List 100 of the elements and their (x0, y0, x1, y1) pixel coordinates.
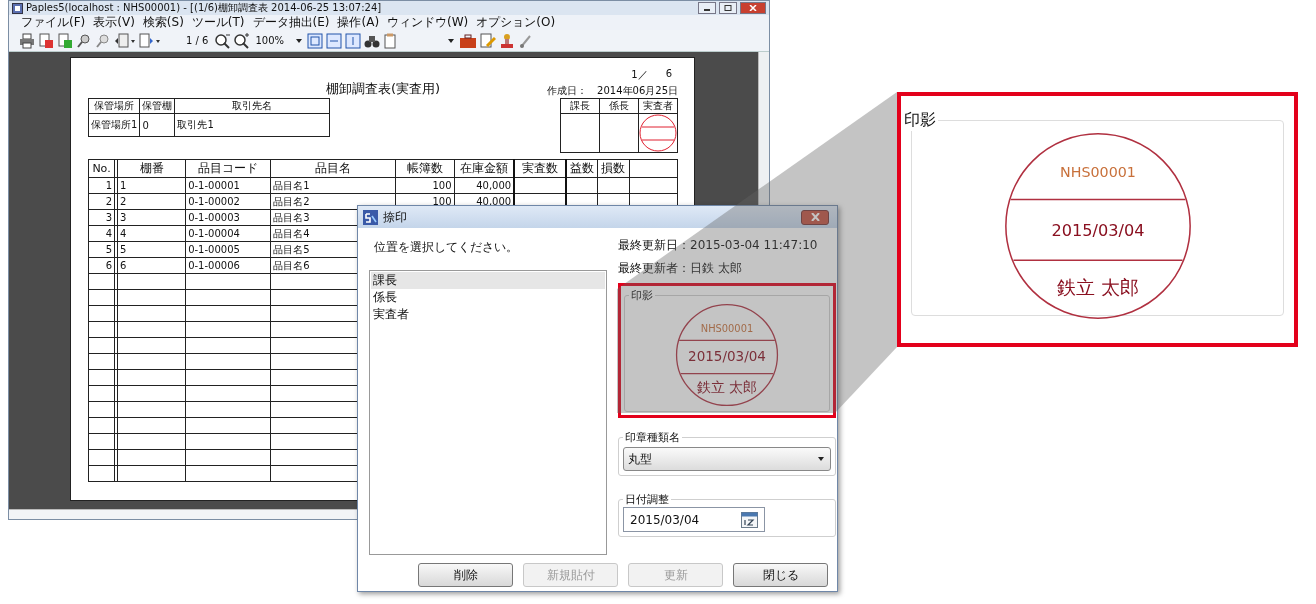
table-cell: 100 (432, 196, 452, 207)
table-cell: 1 (88, 177, 115, 194)
date-field[interactable]: 2015/03/04 (623, 507, 765, 532)
dialog-button[interactable]: 閉じる (733, 563, 828, 587)
table-cell: 品目名6 (273, 259, 310, 271)
table-cell: 品目名2 (273, 195, 310, 207)
list-item[interactable]: 課長 (371, 272, 605, 289)
maximize-button[interactable] (719, 2, 737, 14)
stamp-name-text: 鉄立 太郎 (696, 379, 758, 396)
table-cell: 6 (88, 257, 115, 274)
stamp-icon[interactable] (499, 32, 516, 49)
table-cell: 5 (120, 244, 127, 255)
table-header: 保管棚 (139, 98, 175, 114)
instruction-text: 位置を選択してください。 (374, 239, 519, 255)
page-indicator: 1 / 6 (186, 35, 209, 46)
dialog-title: 捺印 (383, 208, 407, 226)
table-cell: 0-1-00004 (188, 228, 240, 239)
table-cell: 品目名5 (273, 243, 310, 255)
table-cell: 4 (120, 228, 127, 239)
export-icon[interactable] (57, 32, 73, 49)
table-header: 係長 (599, 98, 639, 114)
printer-icon[interactable] (19, 32, 35, 49)
close-button[interactable] (740, 2, 766, 14)
table-cell: 6 (120, 260, 127, 271)
table-cell: 取引先1 (174, 113, 330, 137)
caret-icon (296, 38, 303, 43)
close-icon (749, 5, 757, 11)
table-header: 棚番 (117, 159, 186, 178)
close-button[interactable] (801, 209, 829, 225)
dropdown-arrow-icon[interactable] (448, 38, 455, 43)
table-header: 品目名 (270, 159, 396, 178)
table-header: 課長 (560, 98, 600, 114)
zoom-dropdown[interactable]: 100% (253, 35, 305, 46)
list-item[interactable]: 係長 (371, 289, 605, 306)
dialog-button[interactable]: 削除 (418, 563, 513, 587)
stamp-icon (639, 114, 677, 152)
menu-item[interactable]: データ抽出(E) (252, 14, 330, 31)
menu-item[interactable]: オプション(O) (476, 14, 556, 31)
window-title: Paples5(localhost : NHS00001) - [(1/6)棚卸調査表 2014-06-25 13:07:24] (26, 1, 382, 15)
app-icon (12, 2, 23, 14)
fit-page-icon[interactable] (307, 32, 324, 49)
menu-item[interactable]: 表示(V) (93, 14, 135, 31)
table-header: 取引先名 (174, 98, 330, 114)
maximize-icon (724, 5, 732, 11)
seal-type-dropdown[interactable]: 丸型 (623, 447, 831, 471)
search-icon[interactable] (76, 32, 92, 49)
page-number: 1／ (631, 68, 648, 80)
stamp-date-text: 2015/03/04 (688, 348, 766, 365)
table-cell: 40,000 (476, 180, 512, 191)
table-header: 帳簿数 (396, 159, 455, 178)
menu-item[interactable]: 検索(S) (142, 14, 184, 31)
menu-item[interactable]: 操作(A) (337, 14, 380, 31)
table-cell: 40,000 (476, 196, 512, 207)
group-label: 印章種類名 (624, 430, 681, 445)
menu-item[interactable]: ツール(T) (191, 14, 245, 31)
table-header: 在庫金額 (454, 159, 515, 178)
page-total: 6 (665, 68, 672, 80)
table-cell: 2 (88, 193, 115, 210)
table-cell: 2 (120, 196, 127, 207)
menu-item[interactable]: ファイル(F) (21, 14, 86, 31)
close-icon (810, 213, 820, 221)
position-list[interactable]: 課長 係長 実査者 (369, 270, 607, 555)
list-item[interactable]: 実査者 (371, 306, 605, 323)
clipboard-icon[interactable] (383, 32, 398, 49)
table-cell: 4 (88, 225, 115, 242)
table-cell: 0 (139, 113, 175, 137)
table-cell: 保管場所1 (88, 113, 140, 137)
table-cell: 0-1-00003 (188, 212, 240, 223)
page-back-icon[interactable] (114, 32, 136, 49)
stamp-id-text: NHS00001 (1059, 163, 1136, 180)
table-cell: 3 (120, 212, 127, 223)
zoom-in-icon[interactable] (234, 32, 251, 49)
table-header: 実査数 (514, 159, 567, 178)
menu-item[interactable]: ウィンドウ(W) (387, 14, 469, 31)
last-updated-text: 最終更新日：2015-03-04 11:47:10 (618, 237, 819, 254)
table-cell: 1 (120, 180, 127, 191)
export-icon[interactable] (38, 32, 54, 49)
report-title: 棚卸調査表(実査用) (325, 80, 441, 98)
last-updater-text: 最終更新者：日鉄 太郎 (618, 260, 743, 277)
page-forward-icon[interactable] (139, 32, 161, 49)
created-date: 作成日： 2014年06月25日 (546, 84, 678, 98)
table-header: 実査者 (638, 98, 678, 114)
stamp-name-text: 鉄立 太郎 (1056, 276, 1139, 299)
table-cell: 品目名3 (273, 211, 310, 223)
table-cell: 0-1-00005 (188, 244, 240, 255)
table-cell: 0-1-00002 (188, 196, 240, 207)
table-header: No. (88, 159, 115, 178)
table-cell: 3 (88, 209, 115, 226)
caret-icon (818, 457, 824, 461)
calendar-icon[interactable] (741, 511, 758, 528)
table-header: 益数 (566, 159, 598, 178)
group-label: 印影 (630, 288, 654, 303)
table-header: 品目コード (185, 159, 271, 178)
search-icon[interactable] (95, 32, 111, 49)
zoom-out-icon[interactable] (215, 32, 232, 49)
table-header: 損数 (597, 159, 630, 178)
minimize-button[interactable] (698, 2, 716, 14)
stamp-date-text: 2015/03/04 (1051, 220, 1144, 240)
toolbox-icon[interactable] (459, 32, 478, 49)
stamp-id-text: NHS00001 (700, 323, 754, 335)
